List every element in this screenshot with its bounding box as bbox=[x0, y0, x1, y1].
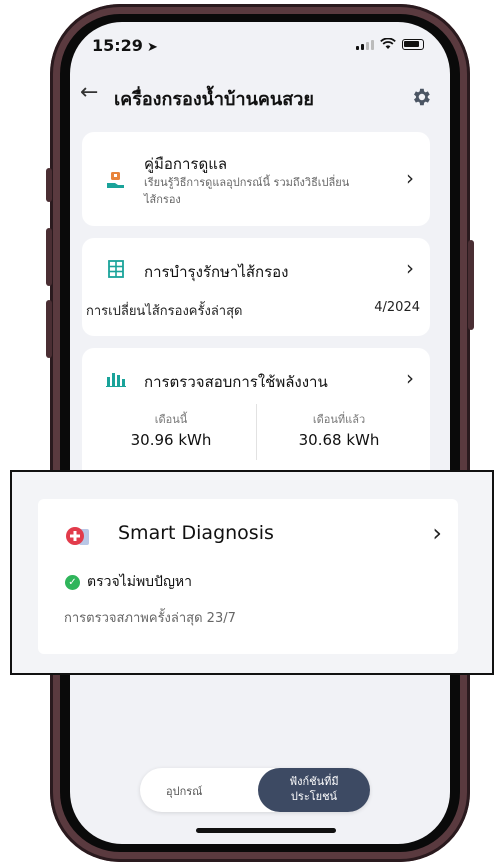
this-month-label: เดือนนี้ bbox=[154, 413, 188, 426]
volume-down-button bbox=[46, 300, 52, 358]
care-manual-title: คู่มือการดูแล bbox=[144, 155, 228, 173]
care-manual-subtitle-line2: ไส้กรอง bbox=[144, 193, 181, 206]
care-manual-subtitle-line1: เรียนรู้วิธีการดูแลอุปกรณ์นี้ รวมถึงวิธี… bbox=[144, 176, 350, 189]
tab-useful-features[interactable]: ฟังก์ชันที่มี ประโยชน์ bbox=[258, 768, 370, 812]
chevron-right-icon: › bbox=[432, 519, 442, 547]
smart-diagnosis-zoom-panel: Smart Diagnosis › ✓ ตรวจไม่พบปัญหา การตร… bbox=[10, 470, 494, 675]
energy-card[interactable]: การตรวจสอบการใช้พลังงาน › เดือนนี้ 30.96… bbox=[82, 348, 430, 488]
last-filter-change-label: การเปลี่ยนไส้กรองครั้งล่าสุด bbox=[86, 304, 243, 319]
smart-diagnosis-title: Smart Diagnosis bbox=[118, 522, 274, 544]
filter-grid-icon bbox=[108, 260, 124, 278]
status-icons bbox=[356, 38, 424, 50]
hand-manual-icon bbox=[107, 172, 124, 188]
page-title: เครื่องกรองน้ำบ้านคนสวย bbox=[114, 89, 314, 110]
last-month-value: 30.68 kWh bbox=[298, 431, 380, 449]
status-time: 15:29 ➤ bbox=[92, 36, 158, 55]
gear-icon[interactable] bbox=[410, 86, 432, 108]
last-check-text: การตรวจสภาพครั้งล่าสุด 23/7 bbox=[64, 611, 236, 626]
energy-last-month: เดือนที่แล้ว 30.68 kWh bbox=[264, 410, 414, 449]
check-circle-icon: ✓ bbox=[65, 574, 80, 590]
bottom-tab-bar: อุปกรณ์ ฟังก์ชันที่มี ประโยชน์ bbox=[140, 768, 370, 812]
home-indicator bbox=[196, 828, 336, 833]
app-screen: 15:29➤ ← เครื่องกรองน้ำบ้านคนสวย คู่มือ bbox=[70, 22, 450, 844]
chevron-right-icon: › bbox=[406, 366, 414, 390]
back-arrow-icon[interactable]: ← bbox=[80, 80, 98, 105]
filter-maintenance-title: การบำรุงรักษาไส้กรอง bbox=[144, 263, 289, 281]
chevron-right-icon: › bbox=[406, 256, 414, 280]
tab-features-line2: ประโยชน์ bbox=[290, 790, 338, 803]
app-header: ← เครื่องกรองน้ำบ้านคนสวย bbox=[70, 78, 450, 122]
status-bar: 15:29 ➤ bbox=[70, 22, 450, 70]
tab-features-line1: ฟังก์ชันที่มี bbox=[289, 775, 339, 788]
energy-divider bbox=[256, 404, 257, 460]
location-arrow-icon: ➤ bbox=[146, 40, 158, 55]
time-text: 15:29 bbox=[92, 36, 143, 55]
last-filter-change-value: 4/2024 bbox=[374, 300, 420, 315]
wifi-icon bbox=[380, 38, 396, 49]
filter-maintenance-card[interactable]: การบำรุงรักษาไส้กรอง › การเปลี่ยนไส้กรอง… bbox=[82, 238, 430, 336]
cellular-signal-icon bbox=[356, 39, 374, 50]
last-month-label: เดือนที่แล้ว bbox=[312, 413, 366, 426]
diagnosis-status-text: ตรวจไม่พบปัญหา bbox=[87, 574, 192, 590]
this-month-value: 30.96 kWh bbox=[130, 431, 212, 449]
energy-this-month: เดือนนี้ 30.96 kWh bbox=[96, 410, 246, 449]
smart-diagnosis-icon bbox=[66, 527, 89, 545]
bar-chart-icon bbox=[106, 373, 126, 387]
battery-icon bbox=[402, 38, 424, 50]
volume-up-button bbox=[46, 228, 52, 286]
tab-device[interactable]: อุปกรณ์ bbox=[166, 782, 202, 800]
diagnosis-status: ✓ ตรวจไม่พบปัญหา bbox=[65, 571, 192, 593]
smart-diagnosis-card[interactable]: Smart Diagnosis › ✓ ตรวจไม่พบปัญหา การตร… bbox=[38, 499, 458, 654]
mute-switch bbox=[46, 168, 52, 202]
care-manual-card[interactable]: คู่มือการดูแล เรียนรู้วิธีการดูแลอุปกรณ์… bbox=[82, 132, 430, 226]
power-button bbox=[468, 240, 474, 330]
energy-title: การตรวจสอบการใช้พลังงาน bbox=[144, 373, 328, 391]
chevron-right-icon: › bbox=[406, 166, 414, 190]
